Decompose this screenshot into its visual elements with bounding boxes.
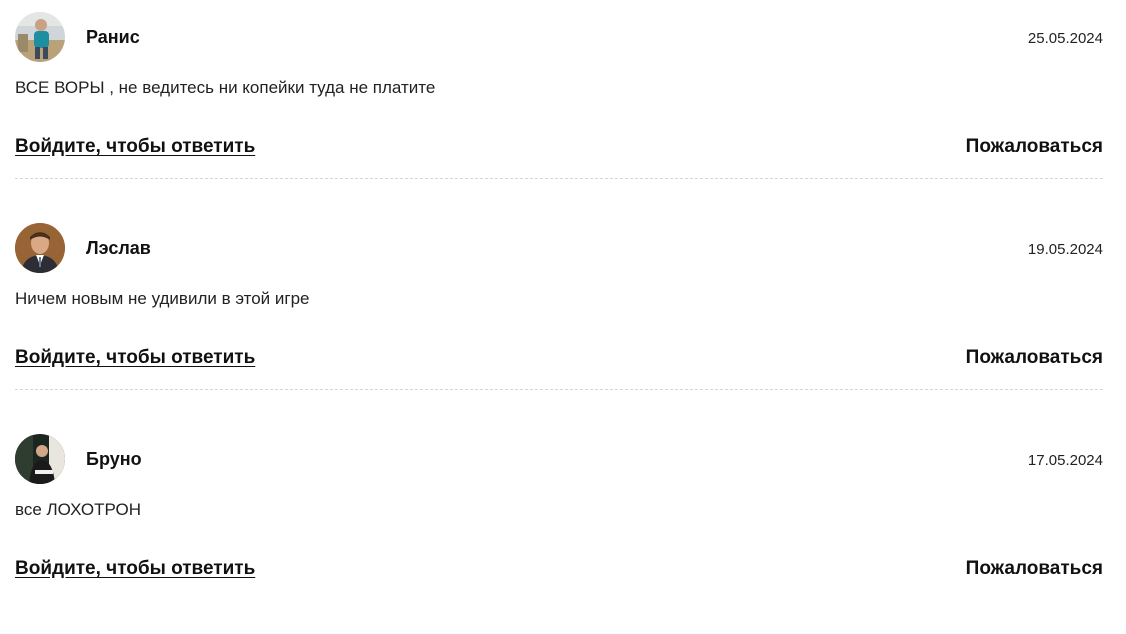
login-to-reply-link[interactable]: Войдите, чтобы ответить — [15, 558, 255, 580]
comment-date: 17.05.2024 — [1027, 452, 1103, 469]
comment-text: ВСЕ ВОРЫ , не ведитесь ни копейки туда н… — [15, 78, 436, 97]
author-name: Лэслав — [86, 238, 151, 258]
comment-item: Бруно 17.05.2024 все ЛОХОТРОН Войдите, ч… — [15, 434, 1103, 634]
comment-date: 25.05.2024 — [1027, 30, 1103, 47]
divider — [15, 178, 1103, 179]
comment-text: все ЛОХОТРОН — [15, 500, 141, 519]
user-photo-avatar-icon — [15, 223, 65, 273]
comments-list: Ранис 25.05.2024 ВСЕ ВОРЫ , не ведитесь … — [0, 0, 1126, 595]
avatar[interactable] — [15, 223, 65, 273]
report-button[interactable]: Пожаловаться — [966, 558, 1103, 580]
report-button[interactable]: Пожаловаться — [966, 136, 1103, 158]
avatar[interactable] — [15, 12, 65, 62]
comment-text: Ничем новым не удивили в этой игре — [15, 289, 310, 308]
comment-item: Лэслав 19.05.2024 Ничем новым не удивили… — [15, 223, 1103, 423]
login-to-reply-link[interactable]: Войдите, чтобы ответить — [15, 136, 255, 158]
author-name: Бруно — [86, 449, 142, 469]
divider — [15, 389, 1103, 390]
author-name: Ранис — [86, 27, 140, 47]
comment-date: 19.05.2024 — [1027, 241, 1103, 258]
login-to-reply-link[interactable]: Войдите, чтобы ответить — [15, 347, 255, 369]
avatar[interactable] — [15, 434, 65, 484]
user-photo-avatar-icon — [15, 12, 65, 62]
comment-item: Ранис 25.05.2024 ВСЕ ВОРЫ , не ведитесь … — [15, 12, 1103, 212]
report-button[interactable]: Пожаловаться — [966, 347, 1103, 369]
user-photo-avatar-icon — [15, 434, 65, 484]
